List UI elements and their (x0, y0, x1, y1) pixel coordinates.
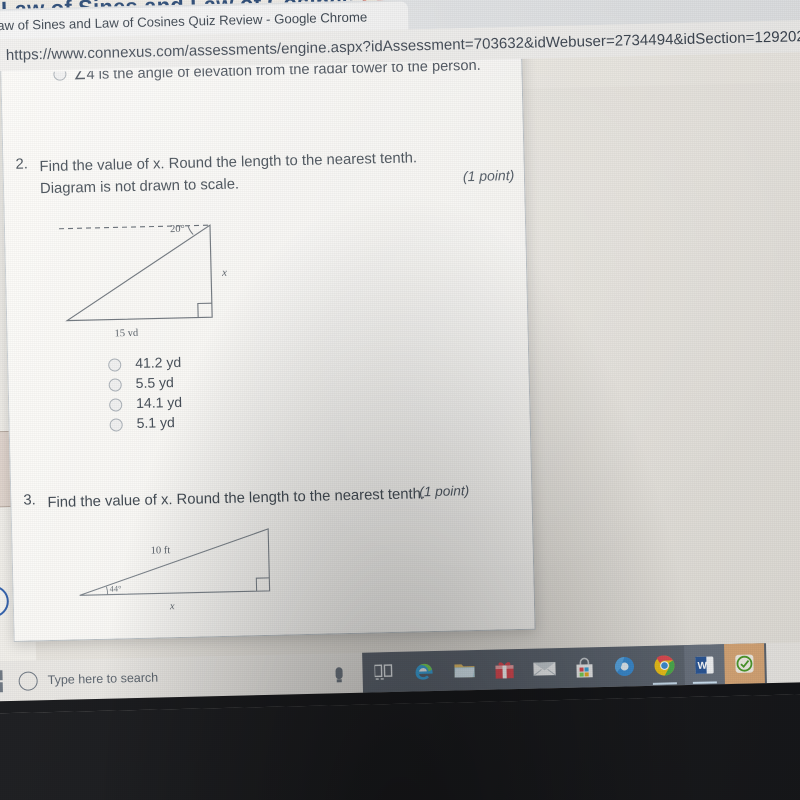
choice-label: 5.5 yd (135, 374, 175, 392)
check-circle-icon[interactable]: ✓ (0, 585, 10, 618)
cortana-circle-icon[interactable] (18, 670, 38, 691)
choice-option[interactable]: 14.1 yd (109, 393, 182, 415)
browser-tab-title: Law of Sines and Law of Cosines Quiz Rev… (0, 8, 368, 33)
monitor-screen: usd.com/content/chrome/online/lessonView… (0, 0, 800, 714)
microphone-icon[interactable] (335, 667, 344, 680)
screen-photo: usd.com/content/chrome/online/lessonView… (0, 0, 800, 800)
triangle-2-angle-label: 20° (170, 224, 185, 235)
choice-label: 5.1 yd (136, 414, 175, 432)
triangle-2-base-label: 15 yd (114, 328, 139, 338)
chrome-icon[interactable] (645, 645, 686, 686)
question-3: 3. Find the value of x. Round the length… (23, 481, 533, 612)
question-2-points: (1 point) (462, 167, 515, 185)
microsoft-store-icon[interactable] (565, 647, 606, 688)
radio-button-icon[interactable] (109, 397, 123, 412)
mail-icon[interactable] (525, 648, 566, 689)
choice-label: 41.2 yd (135, 354, 182, 372)
gift-app-icon[interactable] (485, 649, 526, 690)
radio-button-icon[interactable] (109, 417, 123, 432)
question-3-number: 3. (23, 492, 36, 509)
question-3-text: Find the value of x. Round the length to… (47, 486, 426, 512)
windows-start-icon[interactable] (0, 670, 3, 693)
choice-label: 14.1 yd (135, 394, 183, 412)
question-2-number: 2. (15, 156, 29, 173)
green-check-app-icon[interactable] (724, 643, 766, 685)
triangle-3-svg: 10 ft 44° x (79, 528, 271, 612)
choice-option[interactable]: 41.2 yd (108, 353, 181, 375)
word-icon[interactable]: W (684, 644, 726, 686)
choice-option[interactable]: 5.5 yd (108, 373, 181, 395)
choice-option[interactable]: 5.1 yd (109, 413, 182, 435)
question-2-text: Find the value of x. Round the length to… (39, 150, 418, 198)
triangle-3-base-label: x (169, 601, 175, 612)
radio-button-icon[interactable] (108, 357, 122, 372)
question-3-diagram: 10 ft 44° x (72, 522, 304, 617)
browser-blue-icon[interactable] (605, 646, 646, 687)
svg-text:W: W (698, 660, 708, 671)
triangle-2-svg: 20° x 15 yd (59, 224, 227, 338)
triangle-3-angle-label: 44° (109, 583, 121, 593)
file-explorer-icon[interactable] (445, 650, 486, 691)
question-3-points: (1 point) (419, 483, 470, 500)
task-view-icon[interactable] (365, 652, 406, 693)
taskbar-search-input[interactable]: Type here to search (47, 671, 158, 688)
question-2-diagram: 20° x 15 yd (39, 213, 272, 338)
triangle-3-hypotenuse-label: 10 ft (151, 545, 171, 556)
chrome-window: ✕ Law of Sines and Law of Cosines Quiz R… (0, 0, 800, 642)
triangle-2-vertical-label: x (221, 267, 227, 279)
question-2: 2. Find the value of x. Round the length… (15, 145, 525, 431)
edge-browser-icon[interactable] (405, 651, 446, 692)
question-2-choices: 41.2 yd 5.5 yd 14.1 yd 5.1 yd (108, 353, 183, 435)
quiz-page: ∠4 is the angle of depression from the p… (1, 60, 535, 641)
radio-button-icon[interactable] (108, 377, 122, 392)
